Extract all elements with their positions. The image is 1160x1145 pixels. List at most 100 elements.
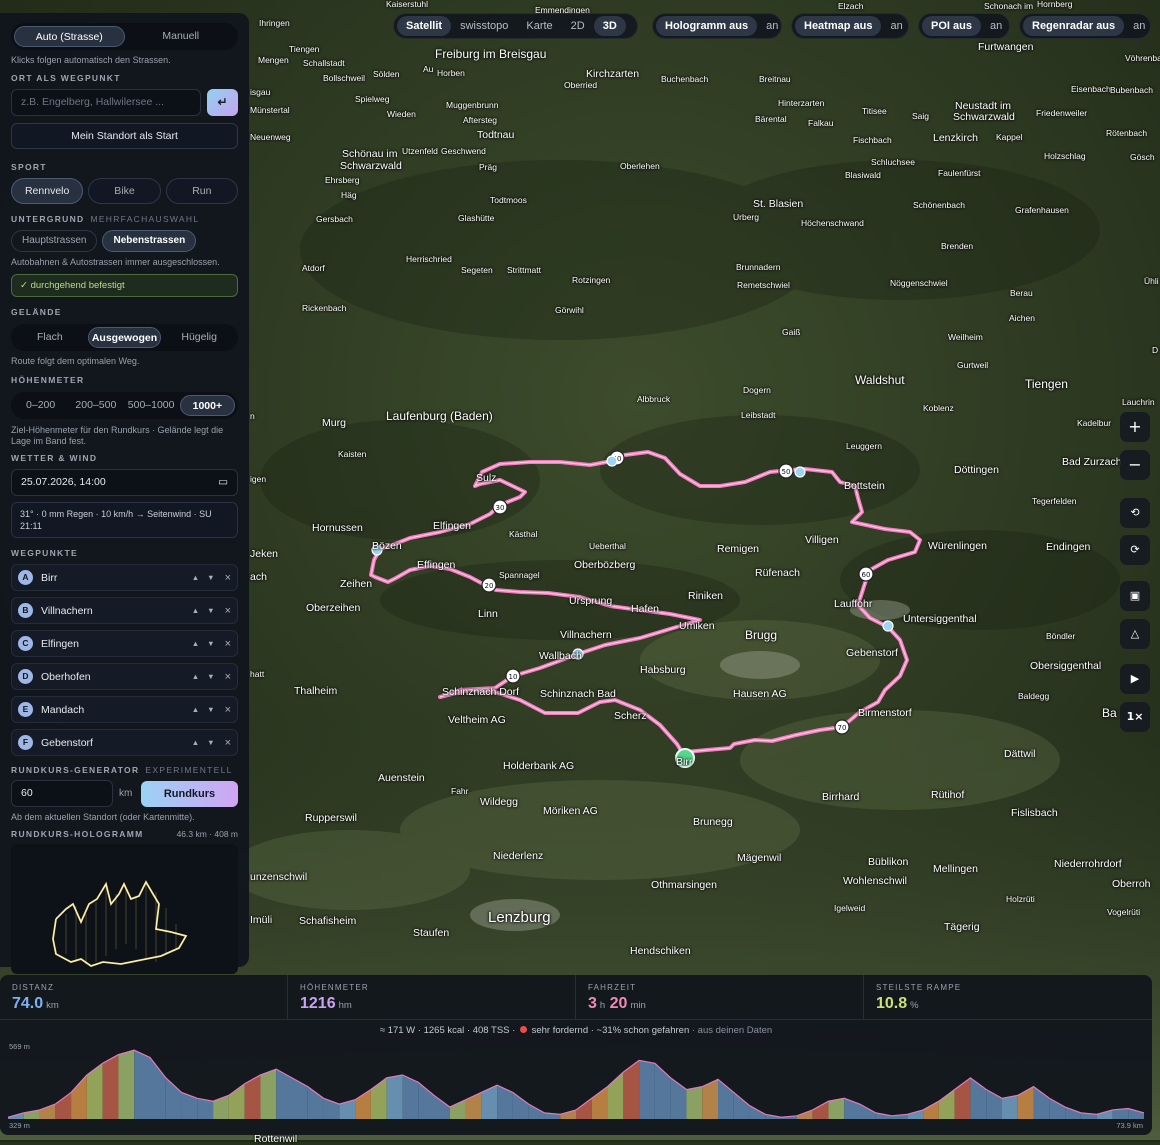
elevation-1000-plus[interactable]: 1000+ [179,395,235,416]
remove-waypoint-icon[interactable]: × [225,638,231,650]
distance-input[interactable]: 60 [11,780,113,807]
mode-auto[interactable]: Auto (Strasse) [14,26,125,47]
place-label: Bad Zurzach [1062,456,1122,468]
waypoint-marker[interactable] [606,455,618,467]
waypoint-marker[interactable] [794,466,806,478]
place-label: Veltheim AG [448,714,506,726]
zoom-in-button[interactable]: + [1120,412,1150,442]
waypoint-item[interactable]: F Gebenstorf ▲ ▼ × [11,729,238,756]
place-label: unzenschwil [250,871,308,883]
remove-waypoint-icon[interactable]: × [225,605,231,617]
square-view-icon[interactable]: ▣ [1120,581,1150,611]
stat-elevation: HÖHENMETER 1216 hm [288,975,576,1019]
move-up-icon[interactable]: ▲ [192,573,199,582]
heatmap-toggle: Heatmap aus an [791,13,909,39]
weather-info: 31° · 0 mm Regen · 10 km/h → Seitenwind … [11,502,238,538]
move-down-icon[interactable]: ▼ [207,738,214,747]
move-down-icon[interactable]: ▼ [207,606,214,615]
waypoint-letter: C [18,636,33,651]
place-label: Waldshut [855,373,905,387]
sport-run[interactable]: Run [165,178,238,204]
place-label: ach [250,571,267,583]
sport-selector: Rennvelo Bike Run [11,178,238,204]
surface-main-roads[interactable]: Hauptstrassen [11,230,98,252]
hologram-on[interactable]: an [757,16,787,36]
tilt-icon[interactable]: △ [1120,619,1150,649]
view-2d[interactable]: 2D [562,16,594,36]
elevation-profile[interactable] [8,1049,1144,1119]
poi-on[interactable]: an [981,16,1011,36]
poi-off[interactable]: POI aus [922,16,981,36]
heatmap-on[interactable]: an [881,16,911,36]
move-up-icon[interactable]: ▲ [192,606,199,615]
place-label: Remigen [717,543,760,555]
generate-loop-button[interactable]: Rundkurs [141,780,238,807]
profile-segment [197,1098,214,1119]
layer-satellite[interactable]: Satellit [397,16,452,36]
profile-segment [749,1105,766,1119]
mode-manual[interactable]: Manuell [127,26,236,47]
rotate-left-icon[interactable]: ⟲ [1120,498,1150,528]
move-down-icon[interactable]: ▼ [207,573,214,582]
waypoint-item[interactable]: E Mandach ▲ ▼ × [11,696,238,723]
play-icon[interactable]: ▶ [1120,664,1150,694]
elevation-0-200[interactable]: 0–200 [14,395,67,416]
profile-segment [165,1077,182,1119]
waypoint-item[interactable]: A Birr ▲ ▼ × [11,564,238,591]
datetime-input[interactable]: 25.07.2026, 14:00 ▭ [11,469,238,496]
remove-waypoint-icon[interactable]: × [225,737,231,749]
place-label: Mellingen [933,863,978,875]
waypoint-item[interactable]: B Villnachern ▲ ▼ × [11,597,238,624]
surface-side-roads[interactable]: Nebenstrassen [102,230,197,252]
place-label: Albbruck [637,394,671,404]
place-label: Thalheim [294,685,338,697]
place-label: Gurtweil [957,360,989,370]
place-label: Schinznach Bad [540,688,616,700]
layer-swisstopo[interactable]: swisstopo [451,16,517,36]
zoom-out-button[interactable]: − [1120,450,1150,480]
rainradar-on[interactable]: an [1124,16,1154,36]
remove-waypoint-icon[interactable]: × [225,572,231,584]
place-label: Faulenfürst [938,168,981,178]
place-label: Jeken [250,548,279,560]
sport-roadbike[interactable]: Rennvelo [11,178,84,204]
move-down-icon[interactable]: ▼ [207,672,214,681]
remove-waypoint-icon[interactable]: × [225,704,231,716]
waypoint-item[interactable]: D Oberhofen ▲ ▼ × [11,663,238,690]
terrain-hilly[interactable]: Hügelig [163,327,235,348]
move-up-icon[interactable]: ▲ [192,738,199,747]
remove-waypoint-icon[interactable]: × [225,671,231,683]
heatmap-off[interactable]: Heatmap aus [795,16,882,36]
elevation-500-1000[interactable]: 500–1000 [125,395,178,416]
layer-map[interactable]: Karte [517,16,561,36]
enter-icon[interactable]: ↵ [207,89,238,116]
place-label: Mengen [258,55,289,65]
profile-segment [449,1099,466,1119]
move-down-icon[interactable]: ▼ [207,705,214,714]
my-location-button[interactable]: Mein Standort als Start [11,123,238,149]
view-3d[interactable]: 3D [593,16,626,36]
move-up-icon[interactable]: ▲ [192,705,199,714]
rainradar-off[interactable]: Regenradar aus [1023,16,1125,36]
profile-segment [938,1089,955,1119]
waypoint-marker[interactable] [882,620,894,632]
sport-bike[interactable]: Bike [88,178,161,204]
rotate-right-icon[interactable]: ⟳ [1120,535,1150,565]
terrain-flat[interactable]: Flach [14,327,86,348]
move-up-icon[interactable]: ▲ [192,672,199,681]
waypoint-item[interactable]: C Elfingen ▲ ▼ × [11,630,238,657]
weather-section-title: WETTER & WIND [11,453,98,463]
place-search-input[interactable]: z.B. Engelberg, Hallwilersee ... [11,89,201,116]
hologram-off[interactable]: Hologramm aus [656,16,758,36]
speed-button[interactable]: 1× [1120,702,1150,732]
profile-segment [654,1063,671,1119]
elevation-200-500[interactable]: 200–500 [69,395,122,416]
profile-segment [71,1074,87,1119]
move-down-icon[interactable]: ▼ [207,639,214,648]
hologram-preview[interactable] [11,844,238,974]
move-up-icon[interactable]: ▲ [192,639,199,648]
place-label: Vogelrüti [1107,907,1141,917]
terrain-balanced[interactable]: Ausgewogen [87,327,162,348]
terrain-section-title: GELÄNDE [11,307,62,317]
calendar-icon[interactable]: ▭ [218,470,228,495]
